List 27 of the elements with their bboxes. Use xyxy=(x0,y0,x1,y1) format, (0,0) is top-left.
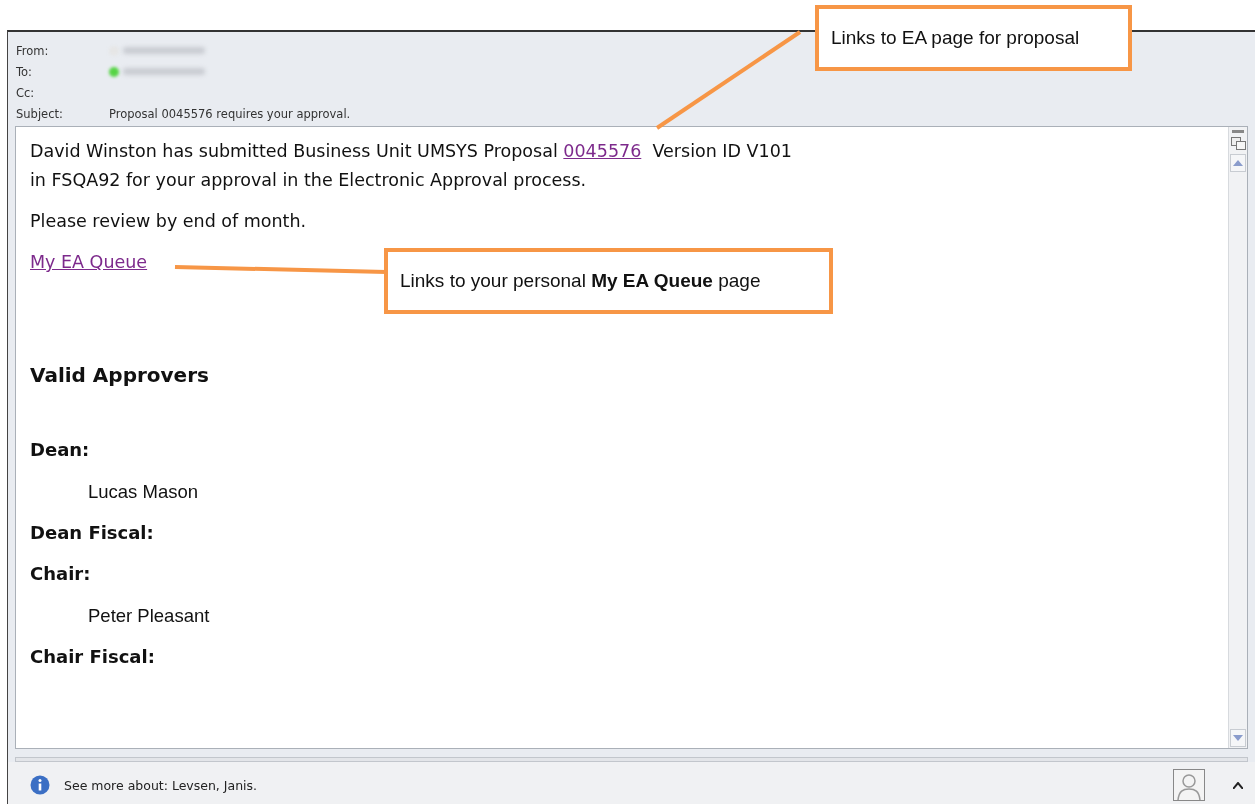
subject-text: Proposal 0045576 requires your approval. xyxy=(109,106,351,121)
proposal-link[interactable]: 0045576 xyxy=(563,141,642,161)
person-icon[interactable] xyxy=(1173,769,1205,801)
approver-name: Peter Pleasant xyxy=(88,604,211,628)
approver-name: Lucas Mason xyxy=(88,480,200,504)
section-heading: Valid Approvers xyxy=(30,363,210,387)
info-icon xyxy=(30,775,50,795)
role-label: Dean: xyxy=(30,438,91,462)
status-text[interactable]: See more about: Levsen, Janis. xyxy=(64,777,258,793)
field-label: To: xyxy=(16,64,33,79)
expand-icon[interactable] xyxy=(1233,781,1243,789)
field-label: Subject: xyxy=(16,106,64,121)
up-arrow-icon xyxy=(1233,160,1243,166)
minimize-icon[interactable] xyxy=(1232,130,1244,134)
message-text: Please review by end of month. xyxy=(30,210,308,233)
callout: Links to EA page for proposal xyxy=(815,5,1132,71)
role-label: Dean Fiscal: xyxy=(30,521,155,545)
scroll-up-button[interactable] xyxy=(1230,154,1246,172)
field-label: Cc: xyxy=(16,85,36,100)
queue-link[interactable]: My EA Queue xyxy=(30,252,148,272)
scroll-down-button[interactable] xyxy=(1230,729,1246,747)
callout: Links to your personal My EA Queue page xyxy=(384,248,833,314)
field-label: From: xyxy=(16,43,50,58)
message-paragraph: David Winston has submitted Business Unit UMSYS Proposal 0045576 Version ID V101 in FSQA92 for your approval in the Electronic Approval process. xyxy=(30,140,793,192)
role-label: Chair Fiscal: xyxy=(30,645,156,669)
down-arrow-icon xyxy=(1233,735,1243,741)
role-label: Chair: xyxy=(30,562,92,586)
